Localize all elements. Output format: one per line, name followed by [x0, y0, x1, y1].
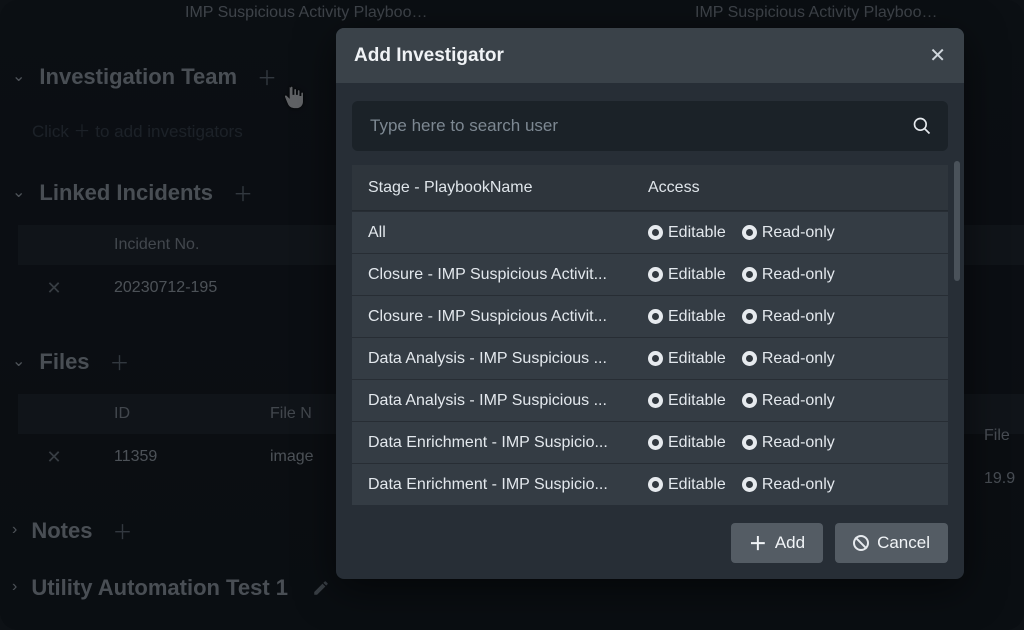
access-row: Closure - IMP Suspicious Activit... Edita… — [352, 295, 948, 337]
col-stage: Stage - PlaybookName — [352, 179, 638, 197]
add-investigator-modal: Add Investigator ✕ Stage - PlaybookName … — [336, 28, 964, 579]
search-icon[interactable] — [912, 116, 932, 136]
modal-header: Add Investigator ✕ — [336, 28, 964, 83]
radio-icon[interactable] — [648, 351, 663, 366]
close-icon[interactable]: ✕ — [929, 43, 946, 68]
readonly-option[interactable]: Read-only — [742, 308, 835, 326]
radio-icon[interactable] — [742, 393, 757, 408]
readonly-option[interactable]: Read-only — [742, 224, 835, 242]
access-row: Data Enrichment - IMP Suspicio... Editabl… — [352, 421, 948, 463]
access-row: Closure - IMP Suspicious Activit... Edita… — [352, 253, 948, 295]
cancel-icon — [853, 535, 869, 551]
radio-icon[interactable] — [648, 393, 663, 408]
cancel-button[interactable]: Cancel — [835, 523, 948, 563]
modal-title: Add Investigator — [354, 45, 504, 67]
editable-option[interactable]: Editable — [648, 266, 726, 284]
editable-option[interactable]: Editable — [648, 392, 726, 410]
radio-icon[interactable] — [648, 477, 663, 492]
stage-label: Data Analysis - IMP Suspicious ... — [352, 350, 638, 368]
editable-option[interactable]: Editable — [648, 434, 726, 452]
stage-label: Closure - IMP Suspicious Activit... — [352, 266, 638, 284]
plus-icon: ＋ — [749, 530, 767, 556]
radio-icon[interactable] — [648, 309, 663, 324]
radio-icon[interactable] — [648, 267, 663, 282]
editable-option[interactable]: Editable — [648, 224, 726, 242]
search-input[interactable] — [368, 115, 912, 137]
radio-icon[interactable] — [742, 477, 757, 492]
radio-icon[interactable] — [742, 435, 757, 450]
radio-icon[interactable] — [742, 309, 757, 324]
access-row: All Editable Read-only — [352, 211, 948, 253]
grid-header: Stage - PlaybookName Access — [352, 165, 948, 211]
stage-label: Data Enrichment - IMP Suspicio... — [352, 434, 638, 452]
access-grid: Stage - PlaybookName Access All Editable R… — [352, 165, 948, 505]
stage-label: Closure - IMP Suspicious Activit... — [352, 308, 638, 326]
app-root: IMP Suspicious Activity Playbook_V1 (Pl.… — [0, 0, 1024, 630]
radio-icon[interactable] — [742, 267, 757, 282]
radio-icon[interactable] — [742, 225, 757, 240]
editable-option[interactable]: Editable — [648, 308, 726, 326]
readonly-option[interactable]: Read-only — [742, 350, 835, 368]
readonly-option[interactable]: Read-only — [742, 434, 835, 452]
stage-label: Data Analysis - IMP Suspicious ... — [352, 392, 638, 410]
access-row: Data Analysis - IMP Suspicious ... Editab… — [352, 337, 948, 379]
modal-footer: ＋ Add Cancel — [352, 523, 948, 563]
radio-icon[interactable] — [648, 435, 663, 450]
readonly-option[interactable]: Read-only — [742, 266, 835, 284]
add-button-label: Add — [775, 533, 805, 553]
user-search[interactable] — [352, 101, 948, 151]
stage-label: Data Enrichment - IMP Suspicio... — [352, 476, 638, 494]
readonly-option[interactable]: Read-only — [742, 392, 835, 410]
stage-label: All — [352, 224, 638, 242]
access-row: Data Enrichment - IMP Suspicio... Editabl… — [352, 463, 948, 505]
scrollbar-thumb[interactable] — [954, 161, 960, 281]
access-row: Data Analysis - IMP Suspicious ... Editab… — [352, 379, 948, 421]
radio-icon[interactable] — [648, 225, 663, 240]
radio-icon[interactable] — [742, 351, 757, 366]
cancel-button-label: Cancel — [877, 533, 930, 553]
col-access: Access — [638, 179, 948, 197]
editable-option[interactable]: Editable — [648, 350, 726, 368]
add-button[interactable]: ＋ Add — [731, 523, 823, 563]
readonly-option[interactable]: Read-only — [742, 476, 835, 494]
editable-option[interactable]: Editable — [648, 476, 726, 494]
